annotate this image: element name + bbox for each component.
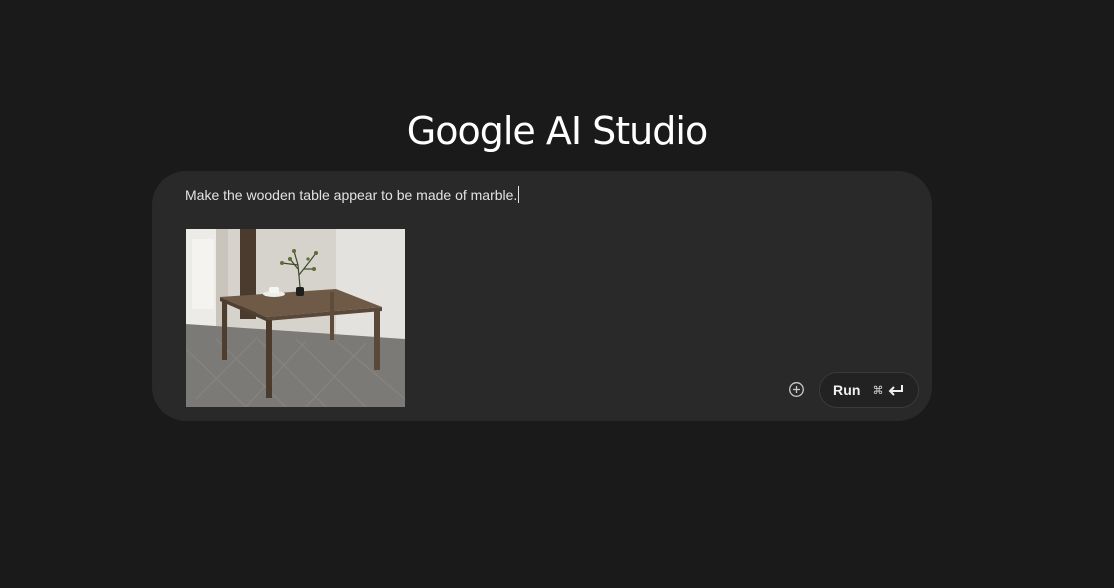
app-logo: Google AI Studio <box>0 104 1114 158</box>
enter-arrow-icon <box>888 385 903 396</box>
command-key-icon: ⌘ <box>872 384 884 397</box>
page: Google AI Studio Make the wooden table a… <box>0 0 1114 588</box>
prompt-composer: Make the wooden table appear to be made … <box>152 171 932 421</box>
prompt-input[interactable]: Make the wooden table appear to be made … <box>185 185 885 205</box>
run-button[interactable]: Run ⌘ <box>819 372 919 408</box>
app-logo-text: Google AI Studio <box>406 109 708 153</box>
run-button-label: Run <box>833 382 861 398</box>
prompt-input-value: Make the wooden table appear to be made … <box>185 187 518 203</box>
text-caret <box>518 186 520 203</box>
image-thumbnail-icon <box>186 229 405 407</box>
plus-circle-icon <box>789 382 804 397</box>
attached-image[interactable] <box>186 229 405 407</box>
add-media-button[interactable] <box>788 381 805 398</box>
